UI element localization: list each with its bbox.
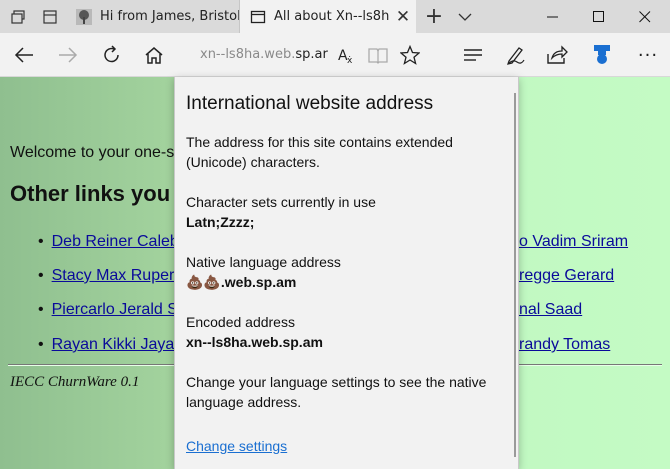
close-icon[interactable]: ✕ xyxy=(390,7,416,27)
page-link[interactable]: Rayan Kikki Jaya xyxy=(52,336,175,353)
back-icon[interactable] xyxy=(8,33,40,77)
list-item: • Stacy Max Ruper xyxy=(38,267,175,284)
read-aloud-icon[interactable]: Aẋ xyxy=(332,33,360,77)
pen-icon[interactable] xyxy=(500,33,530,77)
tab-hi-from-james[interactable]: Hi from James, Bristol, U xyxy=(66,0,240,33)
tab-title: All about Xn--ls8ha xyxy=(274,9,390,24)
page-link[interactable]: o Vadim Sriram xyxy=(519,233,628,251)
change-settings-link[interactable]: Change settings xyxy=(186,438,287,454)
page-link[interactable]: Piercarlo Jerald S xyxy=(52,301,178,318)
home-icon[interactable] xyxy=(138,33,170,77)
page-link[interactable]: Stacy Max Ruper xyxy=(52,267,175,284)
encoded-address-value: xn--ls8ha.web.sp.am xyxy=(186,334,323,350)
address-domain: sp.ar xyxy=(295,47,328,62)
flyout-scrollbar[interactable] xyxy=(514,93,516,457)
tab-all-about[interactable]: All about Xn--ls8ha ✕ xyxy=(240,0,416,33)
charsets-label: Character sets currently in use xyxy=(186,194,376,210)
favorite-star-icon[interactable] xyxy=(396,33,424,77)
share-icon[interactable] xyxy=(542,33,572,77)
page-link[interactable]: regge Gerard xyxy=(519,267,614,285)
encoded-address-label: Encoded address xyxy=(186,314,295,330)
international-address-flyout: International website address The addres… xyxy=(174,77,519,469)
tab-title: Hi from James, Bristol, U xyxy=(100,9,239,24)
reading-view-icon[interactable] xyxy=(364,33,392,77)
charsets-value: Latn;Zzzz; xyxy=(186,214,255,230)
tab-strip: Hi from James, Bristol, U All about Xn--… xyxy=(0,0,670,33)
extension-icon[interactable] xyxy=(586,33,618,77)
address-bar[interactable]: xn--ls8ha.web.sp.ar xyxy=(200,47,328,62)
more-options-icon[interactable]: ··· xyxy=(632,33,664,77)
forward-icon[interactable] xyxy=(52,33,84,77)
flyout-title: International website address xyxy=(186,93,434,114)
navigation-bar: xn--ls8ha.web.sp.ar Aẋ ··· xyxy=(0,33,670,77)
footer-text: IECC ChurnWare 0.1 xyxy=(10,374,140,390)
list-item: • Rayan Kikki Jaya xyxy=(38,336,175,353)
svg-text:ẋ: ẋ xyxy=(347,56,353,65)
list-item: • Piercarlo Jerald S xyxy=(38,301,178,318)
tree-favicon-icon xyxy=(76,8,92,25)
address-prefix: xn--ls8ha.web. xyxy=(200,47,296,62)
native-address-value: 💩💩.web.sp.am xyxy=(186,272,296,292)
language-settings-note: Change your language settings to see the… xyxy=(186,374,487,410)
native-address-suffix: .web.sp.am xyxy=(220,274,297,290)
welcome-text: Welcome to your one-s xyxy=(10,144,175,161)
maximize-icon[interactable] xyxy=(576,0,622,33)
page-favicon-icon xyxy=(250,9,266,25)
hub-icon[interactable] xyxy=(458,33,488,77)
tab-actions-icon[interactable] xyxy=(34,0,66,33)
window-close-icon[interactable] xyxy=(622,0,668,33)
pile-of-poo-emoji: 💩💩 xyxy=(186,274,221,290)
page-link[interactable]: Deb Reiner Caleb xyxy=(52,233,179,250)
new-tab-icon[interactable]: + xyxy=(420,0,448,33)
chevron-down-icon[interactable] xyxy=(452,0,478,33)
refresh-icon[interactable] xyxy=(96,33,128,77)
native-address-label: Native language address xyxy=(186,254,341,270)
links-heading: Other links you xyxy=(10,181,171,206)
flyout-description: The address for this site contains exten… xyxy=(186,134,453,170)
page-link[interactable]: nal Saad xyxy=(519,301,582,319)
tab-preview-icon[interactable] xyxy=(2,0,34,33)
page-link[interactable]: randy Tomas xyxy=(519,336,610,354)
list-item: • Deb Reiner Caleb xyxy=(38,233,179,250)
minimize-icon[interactable] xyxy=(530,0,576,33)
